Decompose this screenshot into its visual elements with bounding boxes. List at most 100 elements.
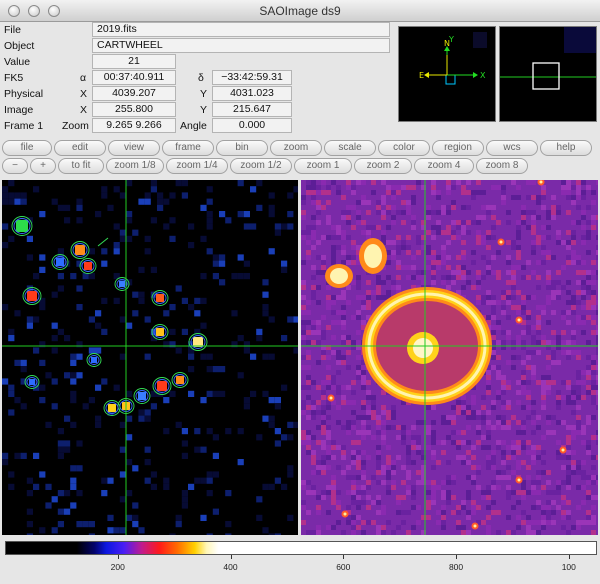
noise-pixel xyxy=(446,185,451,190)
noise-pixel xyxy=(376,205,381,210)
noise-pixel xyxy=(516,335,521,340)
noise-pixel xyxy=(536,315,541,320)
noise-pixel xyxy=(194,310,201,317)
noise-pixel xyxy=(361,380,366,385)
noise-pixel xyxy=(471,395,476,400)
noise-pixel xyxy=(571,425,576,430)
zoom-zoom-1-8-button[interactable]: zoom 1/8 xyxy=(106,158,164,174)
zoom-zoom-2-button[interactable]: zoom 2 xyxy=(354,158,412,174)
noise-pixel xyxy=(586,365,591,370)
noise-pixel xyxy=(516,310,521,315)
noise-pixel xyxy=(456,440,461,445)
zoom-zoom-8-button[interactable]: zoom 8 xyxy=(476,158,528,174)
menu-help-button[interactable]: help xyxy=(540,140,592,156)
noise-pixel xyxy=(306,190,311,195)
frame-left[interactable] xyxy=(2,180,298,535)
noise-pixel xyxy=(396,515,401,520)
noise-pixel xyxy=(486,260,491,265)
zoom-plus-button[interactable]: + xyxy=(30,158,56,174)
noise-pixel xyxy=(541,250,546,255)
star-core xyxy=(343,512,347,516)
left-image-canvas[interactable] xyxy=(2,180,298,535)
noise-pixel xyxy=(466,405,471,410)
noise-pixel xyxy=(516,250,521,255)
galaxy-nucleus xyxy=(413,338,433,358)
noise-pixel xyxy=(481,295,486,300)
zoom-zoom-1-button[interactable]: zoom 1 xyxy=(294,158,352,174)
noise-pixel xyxy=(471,250,476,255)
colorbar[interactable] xyxy=(5,541,597,555)
noise-pixel xyxy=(521,495,526,500)
noise-pixel xyxy=(126,514,133,521)
noise-pixel xyxy=(526,405,531,410)
noise-pixel xyxy=(556,240,561,245)
noise-pixel xyxy=(2,459,9,466)
noise-pixel xyxy=(571,330,576,335)
zoom-zoom-1-2-button[interactable]: zoom 1/2 xyxy=(230,158,292,174)
noise-pixel xyxy=(556,490,561,495)
noise-pixel xyxy=(287,211,294,218)
noise-pixel xyxy=(351,390,356,395)
noise-pixel xyxy=(301,295,306,300)
noise-pixel xyxy=(586,520,591,525)
noise-pixel xyxy=(316,425,321,430)
noise-pixel xyxy=(88,273,95,280)
noise-pixel xyxy=(501,460,506,465)
menu-wcs-button[interactable]: wcs xyxy=(486,140,538,156)
noise-pixel xyxy=(33,273,40,280)
noise-pixel xyxy=(491,485,496,490)
noise-pixel xyxy=(88,347,95,354)
noise-pixel xyxy=(576,300,581,305)
noise-pixel xyxy=(546,390,551,395)
noise-pixel xyxy=(451,495,456,500)
noise-pixel xyxy=(371,405,376,410)
noise-pixel xyxy=(401,465,406,470)
panner-bbox[interactable] xyxy=(445,74,456,85)
noise-pixel xyxy=(581,520,586,525)
menu-bin-button[interactable]: bin xyxy=(216,140,268,156)
noise-pixel xyxy=(581,380,586,385)
noise-pixel xyxy=(262,304,269,311)
noise-pixel xyxy=(576,210,581,215)
panner-panel[interactable]: E N X Y xyxy=(398,26,496,122)
noise-pixel xyxy=(576,280,581,285)
noise-pixel xyxy=(551,355,556,360)
noise-pixel xyxy=(376,450,381,455)
noise-pixel xyxy=(376,460,381,465)
zoom-zoom-4-button[interactable]: zoom 4 xyxy=(414,158,474,174)
menu-scale-button[interactable]: scale xyxy=(324,140,376,156)
noise-pixel xyxy=(311,305,316,310)
noise-pixel xyxy=(306,250,311,255)
zoom-minus-button[interactable]: − xyxy=(2,158,28,174)
noise-pixel xyxy=(506,230,511,235)
noise-pixel xyxy=(181,496,188,503)
noise-pixel xyxy=(119,446,126,453)
zoom-to-fit-button[interactable]: to fit xyxy=(58,158,104,174)
menu-color-button[interactable]: color xyxy=(378,140,430,156)
noise-pixel xyxy=(346,505,351,510)
zoom-zoom-1-4-button[interactable]: zoom 1/4 xyxy=(166,158,228,174)
noise-pixel xyxy=(150,186,157,193)
menu-zoom-button[interactable]: zoom xyxy=(270,140,322,156)
noise-pixel xyxy=(256,335,263,342)
menu-frame-button[interactable]: frame xyxy=(162,140,214,156)
noise-pixel xyxy=(200,204,207,211)
noise-pixel xyxy=(576,405,581,410)
noise-pixel xyxy=(596,375,598,380)
frame-right[interactable] xyxy=(301,180,598,535)
noise-pixel xyxy=(366,300,371,305)
menu-edit-button[interactable]: edit xyxy=(54,140,106,156)
right-image-canvas[interactable] xyxy=(301,180,598,535)
menu-file-button[interactable]: file xyxy=(2,140,52,156)
noise-pixel xyxy=(436,255,441,260)
noise-pixel xyxy=(256,328,263,335)
noise-pixel xyxy=(596,435,598,440)
menu-view-button[interactable]: view xyxy=(108,140,160,156)
noise-pixel xyxy=(486,515,491,520)
noise-pixel xyxy=(346,430,351,435)
noise-pixel xyxy=(546,415,551,420)
menu-region-button[interactable]: region xyxy=(432,140,484,156)
noise-pixel xyxy=(406,450,411,455)
source-blob xyxy=(157,381,167,391)
noise-pixel xyxy=(311,375,316,380)
